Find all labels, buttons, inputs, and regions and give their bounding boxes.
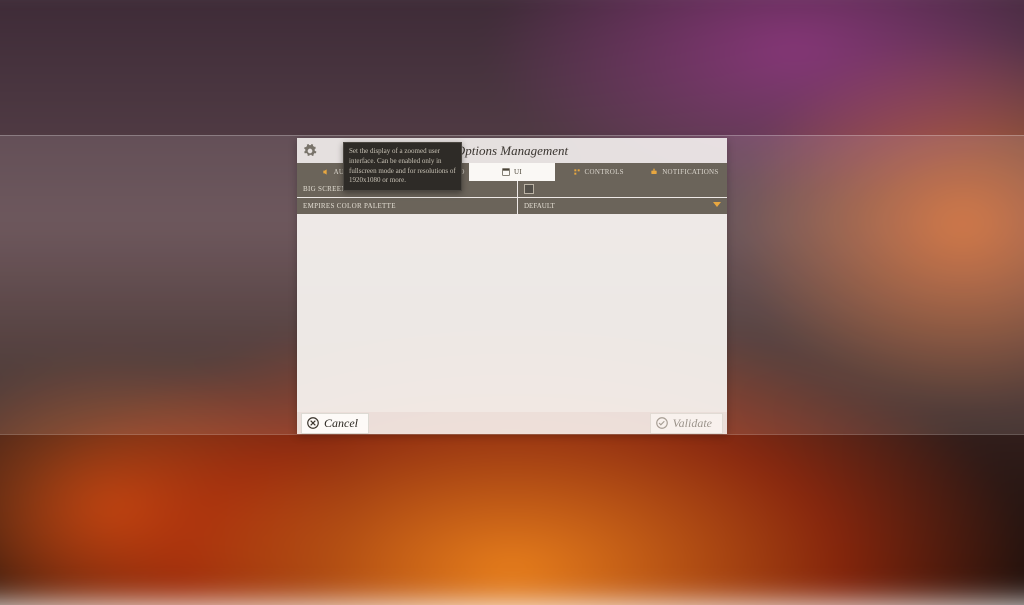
tooltip: Set the display of a zoomed user interfa… bbox=[343, 142, 462, 191]
cancel-button[interactable]: Cancel bbox=[301, 413, 369, 434]
option-label: EMPIRES COLOR PALETTE bbox=[297, 198, 517, 214]
option-control[interactable] bbox=[518, 181, 727, 197]
cancel-label: Cancel bbox=[324, 416, 358, 431]
validate-label: Validate bbox=[673, 416, 712, 431]
ui-icon bbox=[502, 168, 510, 176]
tab-label: NOTIFICATIONS bbox=[662, 168, 718, 176]
option-select[interactable]: DEFAULT bbox=[518, 198, 727, 214]
tab-notifications[interactable]: NOTIFICATIONS bbox=[642, 163, 727, 181]
bell-icon bbox=[650, 168, 658, 176]
speaker-icon bbox=[322, 168, 330, 176]
option-row-color-palette: EMPIRES COLOR PALETTE DEFAULT bbox=[297, 198, 727, 214]
tab-label: UI bbox=[514, 168, 522, 176]
options-content: BIG SCREEN USER INTERFACE EMPIRES COLOR … bbox=[297, 181, 727, 412]
select-value: DEFAULT bbox=[524, 202, 555, 210]
dialog-footer: Cancel Validate bbox=[297, 412, 727, 434]
validate-button[interactable]: Validate bbox=[650, 413, 723, 434]
tab-controls[interactable]: CONTROLS bbox=[556, 163, 641, 181]
tooltip-text: Set the display of a zoomed user interfa… bbox=[349, 147, 456, 184]
controls-icon bbox=[573, 168, 581, 176]
tab-label: CONTROLS bbox=[585, 168, 624, 176]
close-icon bbox=[306, 416, 320, 430]
checkbox[interactable] bbox=[524, 184, 534, 194]
tab-ui[interactable]: UI bbox=[469, 163, 554, 181]
check-icon bbox=[655, 416, 669, 430]
chevron-down-icon bbox=[713, 202, 721, 207]
